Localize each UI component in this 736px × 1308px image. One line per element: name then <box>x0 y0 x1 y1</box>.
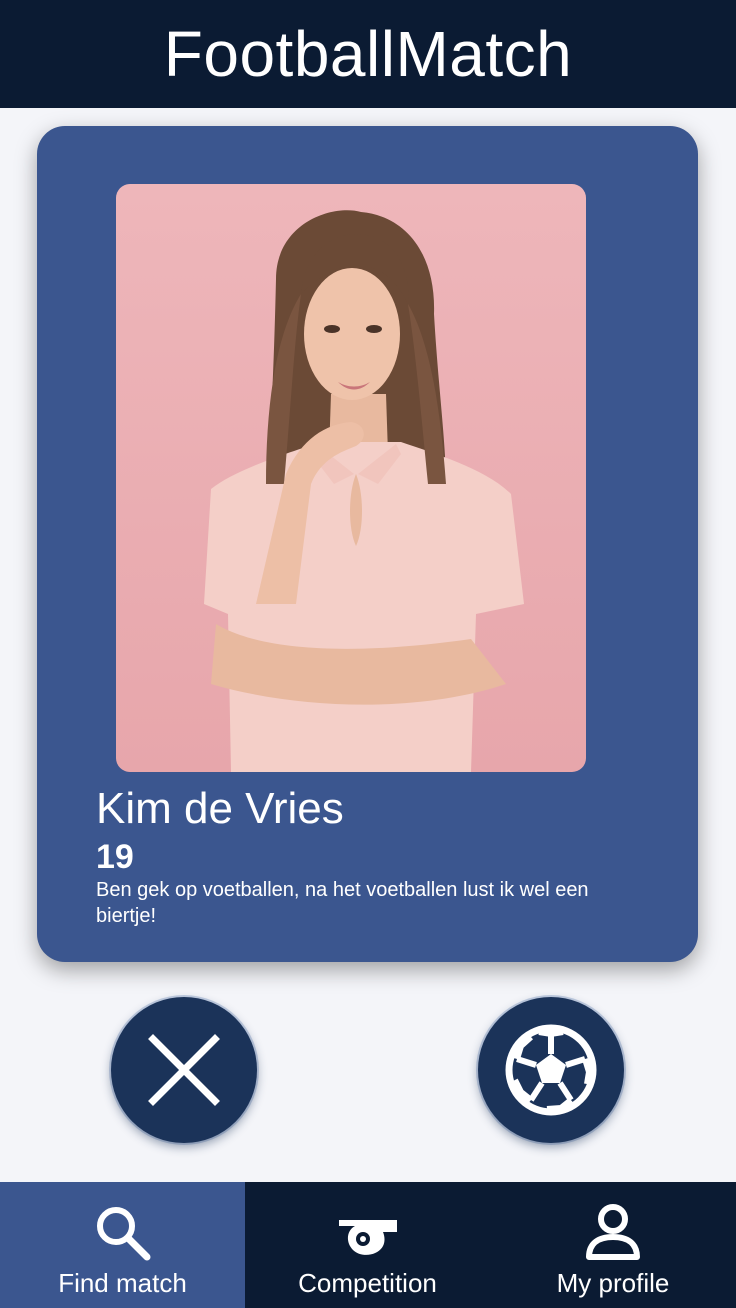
nav-item-competition[interactable]: Competition <box>245 1182 490 1308</box>
profile-bio: Ben gek op voetballen, na het voetballen… <box>96 879 589 927</box>
search-icon <box>90 1200 156 1266</box>
profile-card[interactable]: Kim de Vries 19 Ben gek op voetballen, n… <box>37 126 698 962</box>
profile-age: 19 <box>96 838 134 876</box>
football-icon <box>505 1024 597 1116</box>
app-header: FootballMatch <box>0 0 736 108</box>
app-title: FootballMatch <box>163 18 573 90</box>
nav-label-competition: Competition <box>298 1268 437 1298</box>
portrait-illustration <box>204 210 524 772</box>
nav-item-find-match[interactable]: Find match <box>0 1182 245 1308</box>
close-icon <box>148 1034 220 1106</box>
reject-button[interactable] <box>111 997 257 1143</box>
nav-label-find-match: Find match <box>58 1268 187 1298</box>
user-icon <box>580 1200 646 1266</box>
profile-photo <box>116 184 586 772</box>
bottom-nav: Find match Competition My profile <box>0 1182 736 1308</box>
profile-name: Kim de Vries <box>96 784 344 833</box>
whistle-icon <box>335 1200 401 1266</box>
nav-item-my-profile[interactable]: My profile <box>490 1182 736 1308</box>
like-button[interactable] <box>478 997 624 1143</box>
nav-label-my-profile: My profile <box>556 1268 670 1298</box>
